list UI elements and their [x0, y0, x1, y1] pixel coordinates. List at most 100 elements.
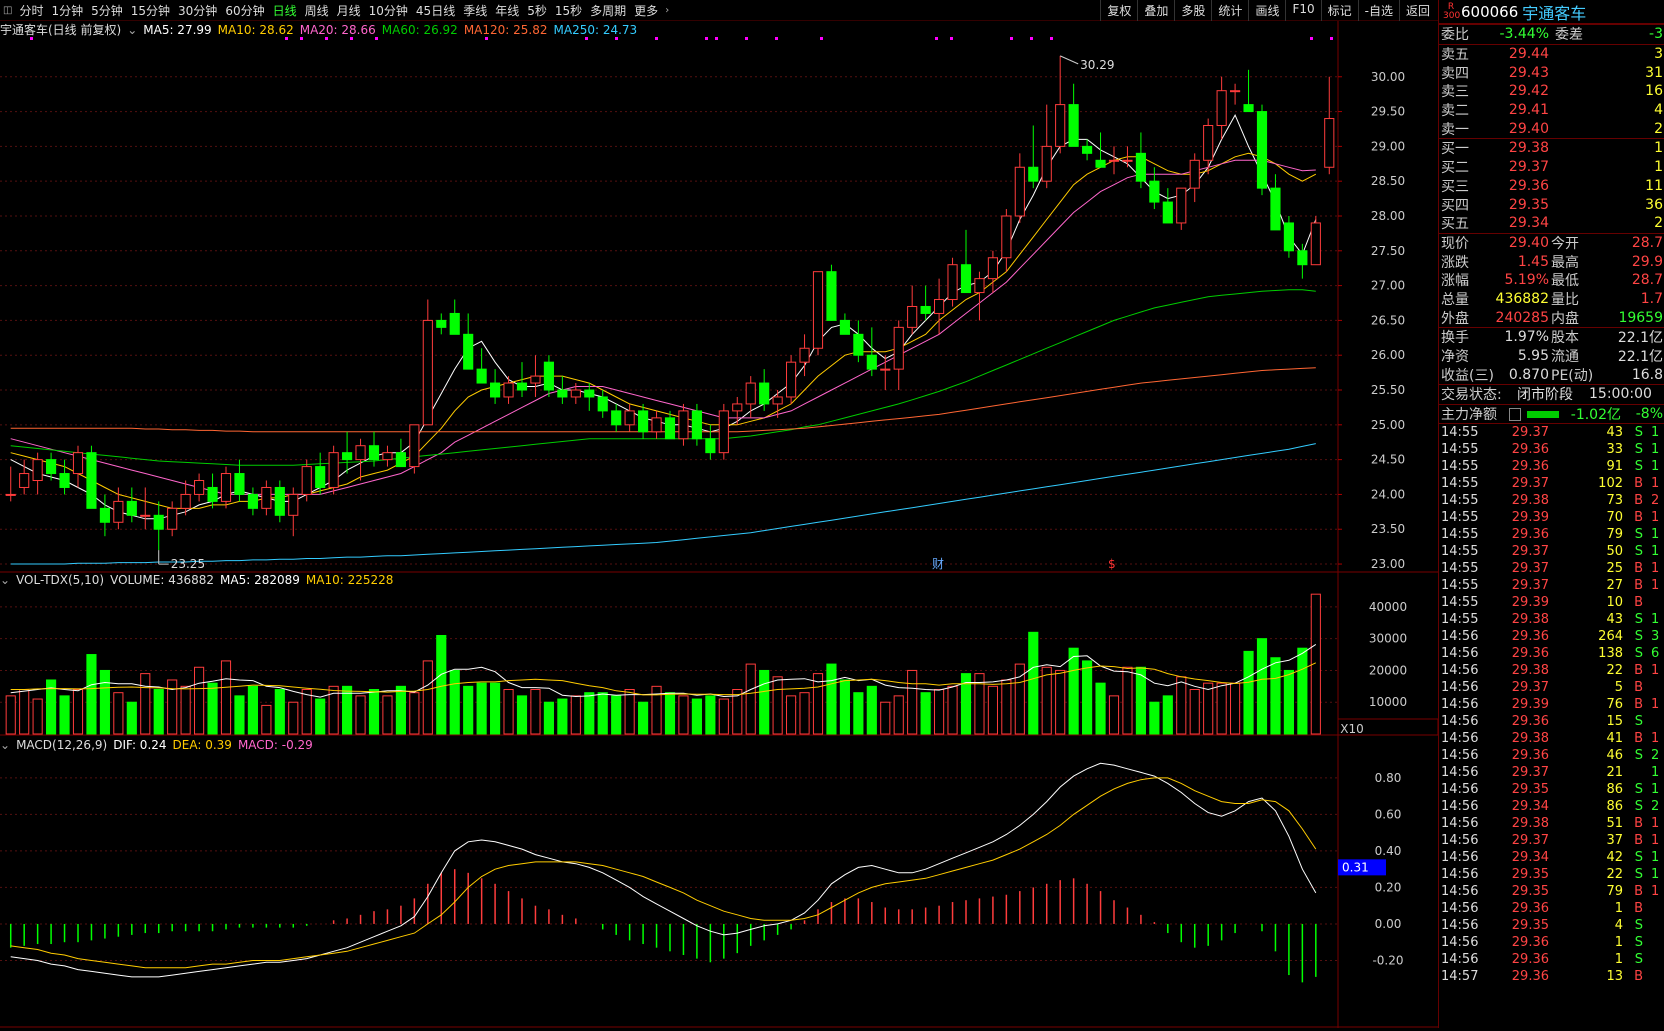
tick-price: 29.38: [1511, 731, 1549, 747]
tick-volume: 43: [1606, 425, 1623, 441]
tab-5[interactable]: 60分钟: [221, 2, 268, 19]
price-tick-label: 25.00: [1371, 418, 1405, 432]
vol-bar-up: [409, 692, 420, 735]
candle-down: [759, 382, 770, 405]
candle-down: [1243, 104, 1254, 113]
tick-time: 14:56: [1441, 816, 1479, 832]
tick-side: S: [1634, 918, 1643, 934]
stat-value: 5.95: [1517, 348, 1549, 365]
chart-area[interactable]: 30.00 29.50 29.00 28.50 28.00 27.50 27.00 26.50…: [0, 21, 1439, 1028]
candle-down: [839, 319, 850, 335]
vol-bar-up: [382, 695, 393, 735]
tick-price: 29.36: [1511, 629, 1549, 645]
tick-volume: 27: [1606, 578, 1623, 594]
candle-down: [99, 507, 110, 523]
trade-status-label: 交易状态:: [1441, 387, 1502, 404]
tick-side: S: [1634, 952, 1643, 968]
stat-row: 现价 29.40 今开 28.7: [1439, 234, 1664, 253]
tab-10[interactable]: 45日线: [412, 2, 459, 19]
main-net-pct: -8%: [1635, 406, 1663, 423]
tab-1[interactable]: 1分钟: [47, 2, 87, 19]
tick-count: 1: [1651, 544, 1660, 560]
macd-tick-label: 0.00: [1375, 917, 1402, 931]
tick-side: B: [1634, 969, 1643, 985]
candle-down: [597, 396, 608, 412]
bid-label: 买四: [1441, 197, 1469, 214]
vol-bar-down: [853, 692, 864, 735]
candle-up: [422, 319, 433, 426]
vol-bar-up: [503, 689, 514, 735]
tick-count: 2: [1651, 748, 1660, 764]
collapse-icon[interactable]: ⌄: [0, 573, 10, 587]
layout-icon[interactable]: ◫: [0, 5, 15, 16]
tick-time: 14:56: [1441, 918, 1479, 934]
toolbar-button-8[interactable]: 返回: [1398, 0, 1436, 21]
stat-value: 29.40: [1508, 234, 1549, 251]
tick-row: 14:55 29.37 50 S 1: [1439, 543, 1664, 560]
stock-name[interactable]: 宇通客车: [1522, 0, 1586, 24]
macd-legend: ⌄ MACD(12,26,9) DIF: 0.24 DEA: 0.39 MACD…: [0, 738, 313, 752]
tab-3[interactable]: 15分钟: [127, 2, 174, 19]
candle-down: [691, 410, 702, 440]
price-tick-label: 24.50: [1371, 453, 1405, 467]
tab-11[interactable]: 季线: [459, 2, 491, 19]
tab-0[interactable]: 分时: [15, 2, 47, 19]
tab-8[interactable]: 月线: [333, 2, 365, 19]
toolbar-button-2[interactable]: 多股: [1174, 0, 1211, 21]
toolbar-button-5[interactable]: F10: [1285, 0, 1320, 21]
tick-count: 1: [1651, 612, 1660, 628]
stat-value: 0.870: [1508, 366, 1549, 383]
ma-legend-item: MA60: 26.92: [381, 22, 458, 37]
tick-side: S: [1634, 935, 1643, 951]
tab-6[interactable]: 日线: [269, 2, 301, 19]
bid-row: 买二 29.37 1: [1439, 158, 1664, 177]
ma-line-ma120: [10, 367, 1316, 433]
toolbar-button-6[interactable]: 标记: [1320, 0, 1358, 21]
tab-2[interactable]: 5分钟: [87, 2, 127, 19]
tab-4[interactable]: 30分钟: [174, 2, 221, 19]
candle-down: [1028, 166, 1039, 182]
stock-code: 600066: [1461, 2, 1519, 21]
tab-15[interactable]: 多周期: [586, 2, 630, 19]
candle-up: [718, 410, 729, 454]
tick-row: 14:56 29.34 86 S 2: [1439, 798, 1664, 815]
vol-bar-down: [1270, 657, 1281, 735]
tick-price: 29.37: [1511, 544, 1549, 560]
bid-book: 买一 29.38 1 买二 29.37 1 买三 29.36 11 买四 29.35 36 买五 29.3…: [1439, 138, 1664, 232]
list-icon[interactable]: [1509, 407, 1521, 421]
collapse-icon[interactable]: ⌄: [127, 23, 137, 37]
candle-down: [315, 466, 326, 488]
tick-time: 14:55: [1441, 612, 1479, 628]
tab-14[interactable]: 15秒: [551, 2, 586, 19]
tab-16[interactable]: 更多: [630, 2, 662, 19]
vol-bar-up: [947, 685, 958, 735]
tick-volume: 33: [1606, 442, 1623, 458]
vol-tick-label: 10000: [1369, 695, 1407, 709]
kline-chart-svg[interactable]: 30.00 29.50 29.00 28.50 28.00 27.50 27.00 26.50…: [0, 21, 1439, 1028]
stat-value: 1.45: [1517, 253, 1549, 270]
candle-down: [342, 452, 353, 461]
candle-up: [799, 347, 810, 363]
toolbar-button-7[interactable]: -自选: [1357, 0, 1399, 21]
tick-price: 29.34: [1511, 850, 1549, 866]
tab-7[interactable]: 周线: [301, 2, 333, 19]
tab-13[interactable]: 5秒: [523, 2, 551, 19]
quote-stats-2: 换手 1.97% 股本 22.1亿 净资 5.95 流通 22.1亿 收益(三) 0.870 PE(…: [1439, 327, 1664, 384]
chevron-right-icon[interactable]: ›: [662, 5, 672, 16]
vol-bar-up: [194, 666, 205, 735]
toolbar-button-0[interactable]: 复权: [1100, 0, 1137, 21]
vol-bar-up: [1176, 676, 1187, 735]
tick-price: 29.36: [1511, 459, 1549, 475]
candle-up: [907, 305, 918, 328]
collapse-icon[interactable]: ⌄: [0, 738, 10, 752]
event-dot: [775, 37, 778, 40]
toolbar-button-1[interactable]: 叠加: [1137, 0, 1174, 21]
tick-list[interactable]: 14:55 29.37 43 S 1 14:55 29.36 33 S 1 14:55 29.36 91…: [1439, 423, 1664, 985]
tab-12[interactable]: 年线: [491, 2, 523, 19]
tab-9[interactable]: 10分钟: [365, 2, 412, 19]
toolbar-button-4[interactable]: 画线: [1248, 0, 1285, 21]
ask-price: 29.41: [1508, 102, 1549, 119]
toolbar-button-3[interactable]: 统计: [1211, 0, 1248, 21]
tick-count: 1: [1651, 510, 1660, 526]
vol-bar-up: [772, 676, 783, 735]
